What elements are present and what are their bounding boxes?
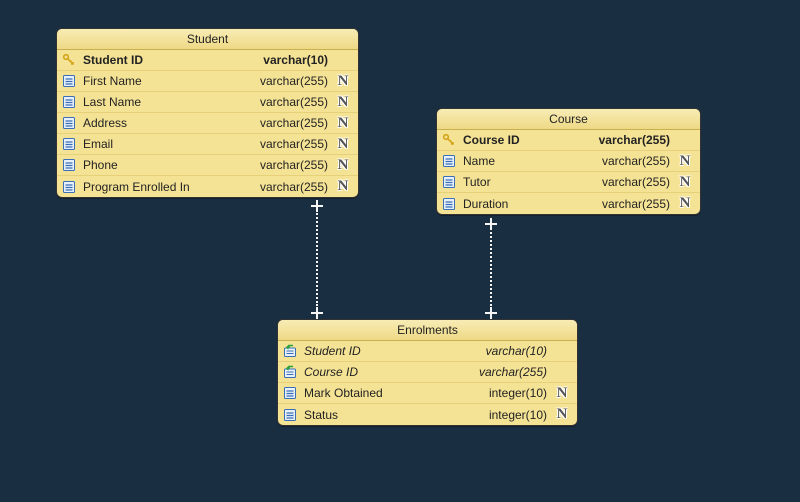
column-icon <box>61 136 77 152</box>
nullable-badge: N <box>676 153 694 170</box>
nullable-badge: N <box>334 136 352 153</box>
column-type: varchar(255) <box>252 74 328 88</box>
column-type: varchar(255) <box>594 154 670 168</box>
nullable-badge: N <box>676 195 694 212</box>
nullable-badge: N <box>553 406 571 423</box>
column-row[interactable]: Tutorvarchar(255) N <box>437 172 700 193</box>
column-icon <box>61 94 77 110</box>
column-row[interactable]: Phonevarchar(255) N <box>57 155 358 176</box>
column-icon <box>441 174 457 190</box>
entity-rows: Course IDvarchar(255)Namevarchar(255)NTu… <box>437 130 700 214</box>
column-row[interactable]: Mark Obtainedinteger(10) N <box>278 383 577 404</box>
column-name: Last Name <box>83 95 252 109</box>
relationship-student-enrolments <box>316 210 318 306</box>
column-icon <box>441 196 457 212</box>
nullable-badge: N <box>334 178 352 195</box>
column-icon <box>61 179 77 195</box>
relationship-course-enrolments <box>490 228 492 306</box>
entity-enrolments[interactable]: Enrolments Student IDvarchar(10)Course I… <box>277 319 578 426</box>
nullable-badge: N <box>334 73 352 90</box>
entity-rows: Student IDvarchar(10)First Namevarchar(2… <box>57 50 358 197</box>
column-type: varchar(255) <box>591 133 670 147</box>
column-row[interactable]: Last Namevarchar(255) N <box>57 92 358 113</box>
column-name: Phone <box>83 158 252 172</box>
column-row[interactable]: Emailvarchar(255) N <box>57 134 358 155</box>
nullable-badge: N <box>334 157 352 174</box>
column-name: Status <box>304 408 481 422</box>
entity-title: Course <box>437 109 700 130</box>
column-row[interactable]: Addressvarchar(255) N <box>57 113 358 134</box>
nullable-badge: N <box>553 385 571 402</box>
column-row[interactable]: Student IDvarchar(10) <box>57 50 358 71</box>
column-name: Course ID <box>304 365 471 379</box>
nullable-badge: N <box>334 115 352 132</box>
column-type: varchar(255) <box>252 137 328 151</box>
column-name: Email <box>83 137 252 151</box>
primary-key-icon <box>441 132 457 148</box>
column-type: varchar(10) <box>255 53 328 67</box>
column-type: varchar(10) <box>478 344 547 358</box>
column-row[interactable]: Program Enrolled Invarchar(255) N <box>57 176 358 197</box>
column-type: varchar(255) <box>252 180 328 194</box>
column-name: Address <box>83 116 252 130</box>
column-row[interactable]: First Namevarchar(255) N <box>57 71 358 92</box>
cardinality-many-icon <box>311 307 323 319</box>
cardinality-one-icon <box>311 200 323 212</box>
entity-title: Enrolments <box>278 320 577 341</box>
column-name: Duration <box>463 197 594 211</box>
foreign-key-icon <box>282 343 298 359</box>
column-icon <box>282 385 298 401</box>
column-type: varchar(255) <box>471 365 547 379</box>
cardinality-many-icon <box>485 307 497 319</box>
cardinality-one-icon <box>485 218 497 230</box>
entity-rows: Student IDvarchar(10)Course IDvarchar(25… <box>278 341 577 425</box>
column-name: Student ID <box>304 344 478 358</box>
column-type: varchar(255) <box>252 158 328 172</box>
primary-key-icon <box>61 52 77 68</box>
column-name: Mark Obtained <box>304 386 481 400</box>
column-icon <box>61 73 77 89</box>
column-icon <box>61 157 77 173</box>
column-icon <box>282 407 298 423</box>
column-name: Name <box>463 154 594 168</box>
nullable-badge: N <box>334 94 352 111</box>
entity-student[interactable]: Student Student IDvarchar(10)First Namev… <box>56 28 359 198</box>
column-type: varchar(255) <box>594 197 670 211</box>
column-name: First Name <box>83 74 252 88</box>
column-row[interactable]: Course IDvarchar(255) <box>437 130 700 151</box>
column-type: varchar(255) <box>252 116 328 130</box>
entity-title: Student <box>57 29 358 50</box>
column-type: varchar(255) <box>594 175 670 189</box>
column-type: integer(10) <box>481 408 547 422</box>
column-type: integer(10) <box>481 386 547 400</box>
column-icon <box>61 115 77 131</box>
column-type: varchar(255) <box>252 95 328 109</box>
column-icon <box>441 153 457 169</box>
column-row[interactable]: Statusinteger(10) N <box>278 404 577 425</box>
column-name: Course ID <box>463 133 591 147</box>
column-name: Program Enrolled In <box>83 180 252 194</box>
foreign-key-icon <box>282 364 298 380</box>
column-row[interactable]: Namevarchar(255) N <box>437 151 700 172</box>
entity-course[interactable]: Course Course IDvarchar(255)Namevarchar(… <box>436 108 701 215</box>
nullable-badge: N <box>676 174 694 191</box>
column-row[interactable]: Course IDvarchar(255) <box>278 362 577 383</box>
column-row[interactable]: Student IDvarchar(10) <box>278 341 577 362</box>
column-row[interactable]: Durationvarchar(255) N <box>437 193 700 214</box>
column-name: Student ID <box>83 53 255 67</box>
column-name: Tutor <box>463 175 594 189</box>
